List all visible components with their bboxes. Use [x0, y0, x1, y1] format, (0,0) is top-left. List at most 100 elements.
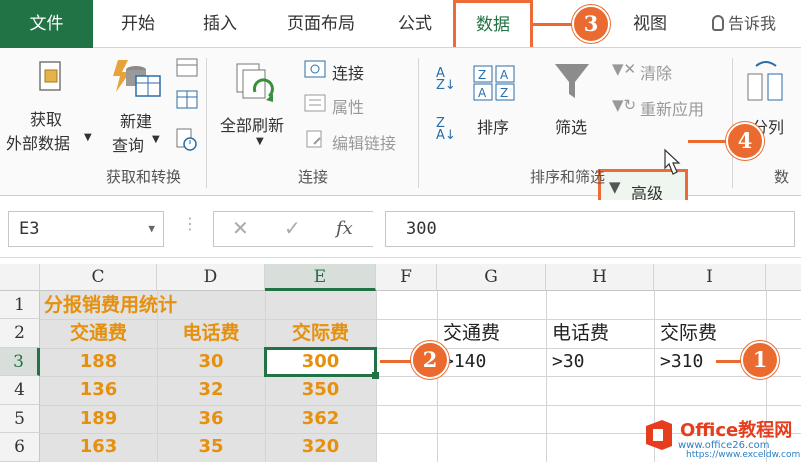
criteria-header-g2[interactable]: 交通费	[443, 319, 543, 347]
tell-me-search[interactable]: 告诉我	[712, 0, 801, 48]
from-table-icon[interactable]	[176, 90, 198, 110]
chevron-down-icon[interactable]: ▼	[152, 134, 160, 145]
data-cell-d4[interactable]: 32	[157, 376, 265, 404]
callout-badge-1: 1	[741, 341, 779, 379]
group-separator	[206, 58, 207, 188]
show-queries-icon[interactable]	[176, 58, 198, 78]
criteria-cell-h3[interactable]: >30	[552, 348, 652, 376]
text-to-columns-icon	[747, 61, 783, 101]
new-query-label2[interactable]: 查询	[112, 132, 144, 156]
row-header-6[interactable]: 6	[0, 433, 40, 462]
data-cell-d5[interactable]: 36	[157, 405, 265, 433]
column-header-f[interactable]: F	[376, 264, 437, 291]
tab-formulas[interactable]: 公式	[380, 0, 450, 48]
header-cell-c2[interactable]: 交通费	[40, 319, 157, 347]
column-gridline	[546, 291, 547, 462]
tab-view[interactable]: 视图	[620, 0, 680, 48]
header-cell-e2[interactable]: 交际费	[265, 319, 376, 347]
header-cell-d2[interactable]: 电话费	[157, 319, 265, 347]
edit-links-button[interactable]: 编辑链接	[332, 130, 396, 154]
column-header-d[interactable]: D	[157, 264, 265, 291]
name-box[interactable]: E3 ▼	[8, 211, 164, 247]
refresh-all-label[interactable]: 全部刷新	[220, 112, 284, 136]
formula-bar-grip[interactable]: ⋮	[182, 214, 198, 233]
group-separator	[732, 58, 733, 188]
data-cell-c6[interactable]: 163	[40, 433, 157, 461]
name-box-value: E3	[19, 219, 40, 239]
get-external-data-label1[interactable]: 获取	[30, 106, 62, 130]
site-watermark: Office教程网 www.office26.com https://www.e…	[640, 412, 800, 460]
callout-3-line	[533, 23, 575, 26]
tab-page-layout[interactable]: 页面布局	[262, 0, 380, 48]
data-cell-e4[interactable]: 350	[265, 376, 376, 404]
connections-icon	[304, 60, 326, 78]
column-header-e[interactable]: E	[265, 264, 376, 291]
criteria-header-h2[interactable]: 电话费	[552, 319, 652, 347]
data-cell-c3[interactable]: 188	[40, 348, 157, 376]
criteria-cell-g3[interactable]: >140	[443, 348, 543, 376]
data-cell-d3[interactable]: 30	[157, 348, 265, 376]
sort-button[interactable]: 排序	[477, 114, 509, 138]
active-cell-e3[interactable]: 300	[264, 347, 377, 377]
edit-links-icon	[306, 130, 322, 148]
ribbon-tab-bar: 文件 开始 插入 页面布局 公式 数据 审 视图 告诉我	[0, 0, 801, 48]
criteria-header-i2[interactable]: 交际费	[660, 319, 760, 347]
reapply-button[interactable]: 重新应用	[640, 96, 704, 120]
mouse-cursor-icon	[664, 148, 681, 175]
chevron-down-icon[interactable]: ▼	[84, 132, 92, 143]
chevron-down-icon[interactable]: ▼	[148, 212, 155, 246]
properties-icon	[304, 94, 326, 112]
row-header-1[interactable]: 1	[0, 291, 40, 319]
sort-icon: ZA AZ	[473, 65, 515, 101]
insert-function-icon[interactable]: fx	[336, 218, 353, 239]
row-header-2[interactable]: 2	[0, 319, 40, 348]
row-header-4[interactable]: 4	[0, 376, 40, 405]
new-query-label1[interactable]: 新建	[120, 108, 152, 132]
callout-badge-3: 3	[572, 5, 610, 43]
group-connections: 连接	[298, 168, 329, 186]
sort-ascending-icon[interactable]: A Z↓	[436, 67, 456, 92]
filter-icon	[555, 64, 589, 98]
filter-button[interactable]: 筛选	[555, 114, 587, 138]
advanced-filter-icon: ▼	[609, 178, 621, 196]
chevron-down-icon[interactable]: ▼	[256, 136, 264, 147]
svg-text:Z: Z	[478, 68, 486, 82]
column-header-c[interactable]: C	[40, 264, 157, 291]
lightbulb-icon	[712, 15, 724, 31]
tab-home[interactable]: 开始	[97, 0, 179, 48]
tab-insert[interactable]: 插入	[180, 0, 260, 48]
data-cell-e6[interactable]: 320	[265, 433, 376, 461]
column-header-i[interactable]: I	[654, 264, 766, 291]
properties-button[interactable]: 属性	[332, 94, 364, 118]
row-header-5[interactable]: 5	[0, 405, 40, 433]
data-cell-c4[interactable]: 136	[40, 376, 157, 404]
group-get-transform: 获取和转换	[106, 168, 182, 186]
column-header-j[interactable]	[766, 264, 801, 291]
sheet-title-cell[interactable]: 分报销费用统计	[44, 291, 344, 319]
formula-input[interactable]: 300	[385, 211, 795, 247]
confirm-icon[interactable]: ✓	[284, 216, 301, 240]
group-data-tools: 数	[774, 168, 790, 186]
recent-sources-icon[interactable]	[176, 128, 198, 152]
reapply-icon: ▼↻	[612, 96, 637, 114]
tab-data[interactable]: 数据	[453, 0, 533, 47]
tab-file[interactable]: 文件	[0, 0, 93, 48]
ribbon-data: 获取 外部数据 ▼ 新建 查询 ▼ 获取和转换 全部刷新 ▼ 连接 属性 编辑链…	[0, 48, 801, 209]
select-all-corner[interactable]	[0, 264, 40, 291]
watermark-url-2: https://www.exceldw.com	[686, 450, 801, 460]
sort-descending-icon[interactable]: Z A↓	[436, 117, 456, 142]
group-separator	[418, 58, 419, 188]
data-cell-d6[interactable]: 35	[157, 433, 265, 461]
data-cell-c5[interactable]: 189	[40, 405, 157, 433]
clear-filter-icon: ▼✕	[612, 60, 637, 78]
connections-button[interactable]: 连接	[332, 60, 364, 84]
data-cell-e5[interactable]: 362	[265, 405, 376, 433]
clear-button[interactable]: 清除	[640, 60, 672, 84]
svg-text:A: A	[500, 68, 509, 82]
get-external-data-label2[interactable]: 外部数据	[6, 130, 70, 154]
column-header-g[interactable]: G	[437, 264, 546, 291]
column-header-h[interactable]: H	[546, 264, 654, 291]
row-header-3[interactable]: 3	[0, 348, 40, 376]
callout-4-line	[688, 140, 730, 143]
cancel-icon[interactable]: ✕	[232, 216, 249, 240]
